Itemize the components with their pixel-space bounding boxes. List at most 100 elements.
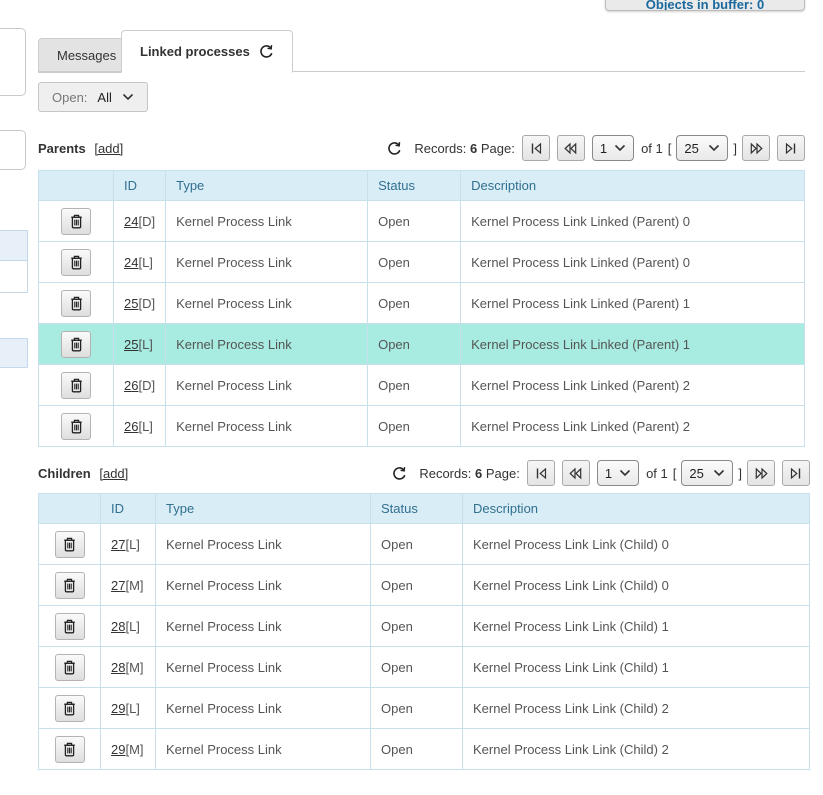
trash-icon — [70, 378, 83, 393]
delete-cell — [39, 606, 101, 647]
delete-button[interactable] — [61, 372, 91, 399]
page-size-select[interactable]: 25 — [676, 135, 728, 161]
record-id-link[interactable]: 24 — [124, 255, 138, 270]
delete-button[interactable] — [55, 654, 85, 681]
id-cell: 24[D] — [114, 201, 166, 242]
status-cell: Open — [371, 524, 463, 565]
table-row: 26[D]Kernel Process LinkOpenKernel Proce… — [39, 365, 805, 406]
delete-button[interactable] — [61, 290, 91, 317]
delete-cell — [39, 324, 114, 365]
table-row: 28[M]Kernel Process LinkOpenKernel Proce… — [39, 647, 810, 688]
record-id-tag: [L] — [138, 337, 152, 352]
record-id-link[interactable]: 29 — [111, 701, 125, 716]
record-id-link[interactable]: 26 — [124, 378, 138, 393]
record-id-tag: [L] — [125, 619, 139, 634]
children-section-header: Children [add] Records: 6 Page: 1 — [38, 459, 810, 487]
delete-button[interactable] — [55, 572, 85, 599]
delete-cell — [39, 647, 101, 688]
open-filter-select[interactable]: Open: All — [38, 82, 148, 112]
record-id-link[interactable]: 26 — [124, 419, 138, 434]
left-panel-fragment — [0, 130, 26, 170]
delete-button[interactable] — [61, 331, 91, 358]
last-page-button[interactable] — [777, 135, 805, 161]
first-page-button[interactable] — [527, 460, 555, 486]
objects-in-buffer-button[interactable]: Objects in buffer: 0 — [605, 0, 805, 11]
delete-button[interactable] — [55, 736, 85, 763]
left-panel-fragment — [0, 338, 28, 368]
type-cell: Kernel Process Link — [166, 201, 368, 242]
record-id-link[interactable]: 28 — [111, 619, 125, 634]
children-pagination: Records: 6 Page: 1 of 1 [ 25 ] — [392, 460, 810, 486]
refresh-icon[interactable] — [387, 141, 402, 156]
delete-button[interactable] — [55, 613, 85, 640]
page-select[interactable]: 1 — [597, 460, 639, 486]
table-row: 25[D]Kernel Process LinkOpenKernel Proce… — [39, 283, 805, 324]
delete-button[interactable] — [61, 249, 91, 276]
type-cell: Kernel Process Link — [166, 406, 368, 447]
delete-button[interactable] — [61, 208, 91, 235]
left-panel-fragment — [0, 28, 26, 96]
last-page-button[interactable] — [782, 460, 810, 486]
status-cell: Open — [371, 606, 463, 647]
bracket-open: [ — [673, 466, 677, 481]
tab-linked-processes[interactable]: Linked processes — [121, 30, 293, 73]
delete-cell — [39, 729, 101, 770]
page-select[interactable]: 1 — [592, 135, 634, 161]
refresh-icon[interactable] — [259, 44, 274, 59]
delete-button[interactable] — [55, 695, 85, 722]
next-page-button[interactable] — [742, 135, 770, 161]
id-cell: 29[M] — [101, 729, 156, 770]
delete-cell — [39, 283, 114, 324]
id-cell: 25[L] — [114, 324, 166, 365]
id-cell: 26[L] — [114, 406, 166, 447]
description-cell: Kernel Process Link Link (Child) 0 — [463, 524, 810, 565]
description-cell: Kernel Process Link Link (Child) 1 — [463, 606, 810, 647]
id-cell: 28[L] — [101, 606, 156, 647]
parents-add-link[interactable]: [add] — [94, 141, 123, 156]
record-id-link[interactable]: 24 — [124, 214, 138, 229]
record-id-tag: [D] — [138, 296, 155, 311]
parents-pagination: Records: 6 Page: 1 of 1 [ 25 ] — [387, 135, 805, 161]
left-panel-fragment — [0, 260, 28, 293]
record-id-link[interactable]: 25 — [124, 296, 138, 311]
table-header-row: ID Type Status Description — [39, 171, 805, 201]
tab-linked-processes-label: Linked processes — [140, 44, 250, 59]
record-id-link[interactable]: 29 — [111, 742, 125, 757]
description-cell: Kernel Process Link Linked (Parent) 2 — [461, 365, 805, 406]
delete-cell — [39, 565, 101, 606]
record-id-link[interactable]: 28 — [111, 660, 125, 675]
status-cell: Open — [368, 324, 461, 365]
page-size-select[interactable]: 25 — [681, 460, 733, 486]
record-id-tag: [L] — [138, 419, 152, 434]
description-cell: Kernel Process Link Linked (Parent) 0 — [461, 201, 805, 242]
record-id-link[interactable]: 27 — [111, 578, 125, 593]
trash-icon — [63, 701, 76, 716]
status-cell: Open — [371, 688, 463, 729]
record-id-tag: [L] — [125, 537, 139, 552]
next-page-button[interactable] — [747, 460, 775, 486]
refresh-icon[interactable] — [392, 466, 407, 481]
delete-button[interactable] — [55, 531, 85, 558]
previous-page-button[interactable] — [562, 460, 590, 486]
bracket-close: ] — [738, 466, 742, 481]
chevron-down-icon — [122, 93, 134, 101]
status-cell: Open — [368, 283, 461, 324]
delete-cell — [39, 406, 114, 447]
delete-button[interactable] — [61, 413, 91, 440]
type-cell: Kernel Process Link — [166, 324, 368, 365]
description-cell: Kernel Process Link Link (Child) 2 — [463, 688, 810, 729]
records-text: Records: 6 Page: — [414, 141, 515, 156]
tab-bar: Messages Linked processes — [38, 30, 805, 72]
children-add-link[interactable]: [add] — [99, 466, 128, 481]
status-cell: Open — [371, 647, 463, 688]
description-cell: Kernel Process Link Linked (Parent) 1 — [461, 283, 805, 324]
trash-icon — [70, 296, 83, 311]
record-id-link[interactable]: 27 — [111, 537, 125, 552]
record-id-link[interactable]: 25 — [124, 337, 138, 352]
bracket-open: [ — [668, 141, 672, 156]
status-cell: Open — [368, 365, 461, 406]
first-page-button[interactable] — [522, 135, 550, 161]
previous-page-button[interactable] — [557, 135, 585, 161]
delete-cell — [39, 524, 101, 565]
record-id-tag: [L] — [125, 701, 139, 716]
